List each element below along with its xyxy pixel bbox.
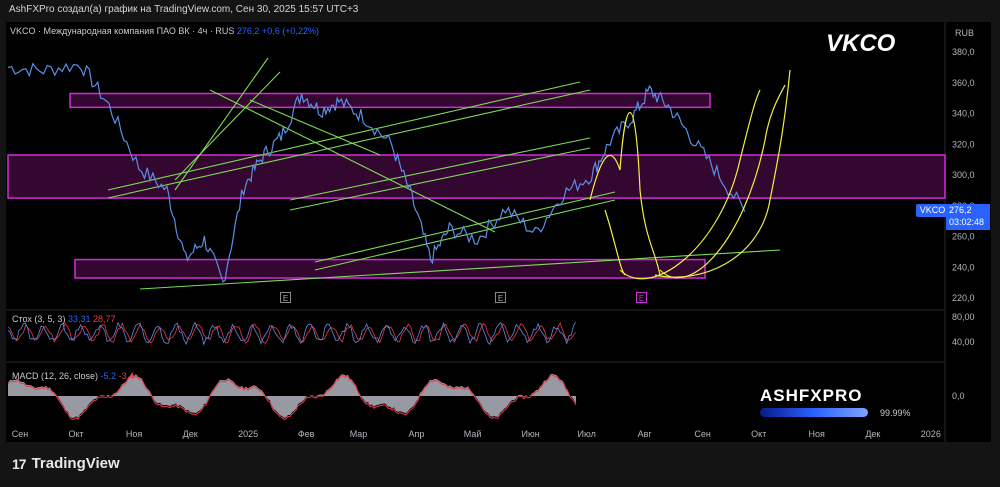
legend-symbol: VKCO · Международная компания ПАО ВК · 4… <box>10 26 235 36</box>
stoch-d: 28,77 <box>93 314 116 324</box>
currency-label[interactable]: RUB <box>955 28 974 38</box>
trend-line <box>314 191 616 263</box>
watermark-bar <box>760 408 868 417</box>
price-tick-label: 300,0 <box>952 170 975 180</box>
time-tick-label: Май <box>464 429 482 439</box>
time-tick-label: Сен <box>694 429 711 439</box>
time-tick-label: 2026 <box>921 429 941 439</box>
current-price-label: 276,2 03:02:48 <box>946 204 990 230</box>
time-tick-label: Окт <box>751 429 766 439</box>
price-tick-label: 260,0 <box>952 232 975 242</box>
price-tick-label: 240,0 <box>952 262 975 272</box>
watermark-percent: 99.99% <box>880 408 911 418</box>
time-tick-label: Фев <box>298 429 315 439</box>
earnings-event-marker[interactable]: E <box>495 292 506 303</box>
time-tick-label: Июл <box>578 429 596 439</box>
time-tick-label: Июн <box>521 429 539 439</box>
earnings-event-marker[interactable]: E <box>636 292 647 303</box>
stoch-name: Стох (3, 5, 3) <box>12 314 66 324</box>
price-symbol-tag: VKCO <box>916 204 949 217</box>
macd-tick-0: 0,0 <box>952 391 965 401</box>
price-tick-label: 340,0 <box>952 109 975 119</box>
earnings-event-marker[interactable]: E <box>280 292 291 303</box>
brand-name: TradingView <box>31 455 120 472</box>
bar-countdown: 03:02:48 <box>949 217 985 227</box>
stoch-k: 33,31 <box>67 314 91 324</box>
legend-change: +0,6 (+0,22%) <box>261 26 319 36</box>
watermark-text: ASHFXPRO <box>760 386 863 405</box>
stoch-d-line <box>7 322 576 344</box>
time-tick-label: Ноя <box>809 429 826 439</box>
legend-price: 276,2 <box>236 26 260 36</box>
time-tick-label: Окт <box>69 429 84 439</box>
time-tick-label: 2025 <box>238 429 258 439</box>
macd-legend: MACD (12, 26, close) -5,2 -3,4 <box>12 371 134 381</box>
price-tick-label: 360,0 <box>952 78 975 88</box>
stoch-tick-80: 80,00 <box>952 312 975 322</box>
current-price: 276,2 <box>949 205 972 215</box>
macd-value: -5,2 <box>100 371 117 381</box>
stoch-legend: Стох (3, 5, 3) 33,31 28,77 <box>12 314 116 324</box>
price-tick-label: 320,0 <box>952 139 975 149</box>
price-tick-label: 220,0 <box>952 293 975 303</box>
chart-legend: VKCO · Международная компания ПАО ВК · 4… <box>10 26 319 36</box>
time-tick-label: Апр <box>409 429 425 439</box>
macd-name: MACD (12, 26, close) <box>12 371 99 381</box>
time-tick-label: Сен <box>12 429 29 439</box>
time-tick-label: Мар <box>350 429 368 439</box>
time-tick-label: Авг <box>638 429 653 439</box>
time-tick-label: Дек <box>865 429 880 439</box>
overlay-title: VKCO <box>826 30 896 57</box>
resistance-zone <box>69 92 711 109</box>
tradingview-logo-icon: 17 <box>12 455 27 472</box>
macd-signal: -3,4 <box>118 371 135 381</box>
price-tick-label: 380,0 <box>952 47 975 57</box>
tradingview-brand[interactable]: 17 TradingView <box>12 455 120 472</box>
resistance-zone <box>74 258 706 279</box>
time-tick-label: Ноя <box>126 429 143 439</box>
time-tick-label: Дек <box>183 429 198 439</box>
stoch-tick-40: 40,00 <box>952 337 975 347</box>
